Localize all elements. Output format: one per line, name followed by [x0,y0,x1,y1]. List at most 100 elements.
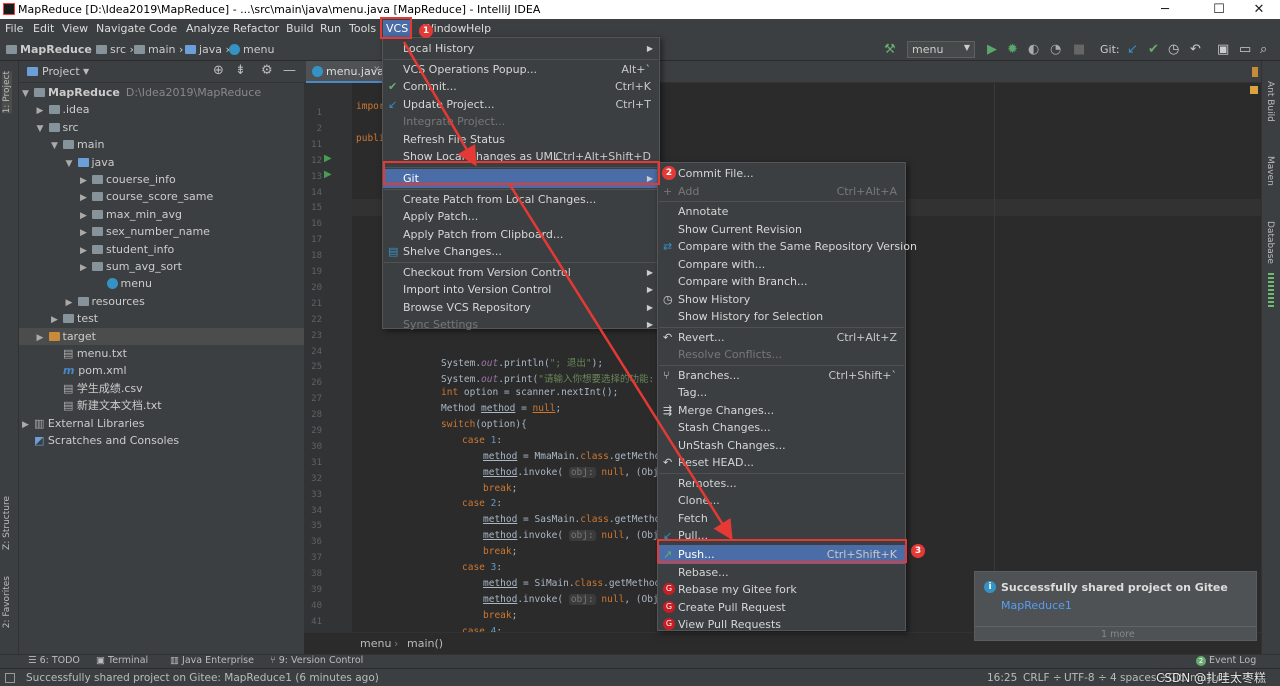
tree-node[interactable]: ▶ .idea [19,101,304,118]
menu-item-compare-with-branch[interactable]: Compare with Branch... [658,273,905,290]
menu-item-unstash-changes[interactable]: UnStash Changes... [658,437,905,454]
tree-node[interactable]: ▤ 学生成绩.csv [19,380,304,397]
editor-crumb-class[interactable]: menu [360,637,391,650]
menu-item-fetch[interactable]: Fetch [658,510,905,527]
run-icon[interactable]: ▶ [987,42,997,57]
menu-item-apply-patch-from-clipboard[interactable]: Apply Patch from Clipboard... [383,226,659,243]
notification-link[interactable]: MapReduce1 [1001,599,1072,612]
tab-todo[interactable]: ☰ 6: TODO [28,655,80,666]
close-window-button[interactable]: ✕ [1236,0,1280,19]
git-update-icon[interactable]: ↙ [1127,42,1138,57]
coverage-icon[interactable]: ◐ [1028,42,1039,57]
build-hammer-icon[interactable]: ⚒ [884,42,896,57]
menu-item-checkout-from-version-control[interactable]: Checkout from Version Control ▶ [383,264,659,281]
menu-item-commit-file[interactable]: Commit File... [658,165,905,182]
menu-item-create-patch-from-local-changes[interactable]: Create Patch from Local Changes... [383,191,659,208]
tree-node[interactable]: menu [19,275,304,292]
rollback-icon[interactable]: ↶ [1190,42,1201,57]
debug-icon[interactable]: ✹ [1007,42,1018,57]
menu-item-create-pull-request[interactable]: G Create Pull Request [658,599,905,616]
breadcrumb-project[interactable]: MapReduce › [6,43,100,56]
tab-favorites[interactable]: 2: Favorites [2,576,12,628]
tree-node[interactable]: ▼ src [19,119,304,136]
tree-node[interactable]: ▶ resources [19,293,304,310]
menu-item-update-project[interactable]: ↙ Update Project... Ctrl+T [383,96,659,113]
code-line[interactable]: break; [483,546,517,557]
tree-node[interactable]: ▶ ▥ External Libraries [19,415,304,432]
tree-node[interactable]: ▼ java [19,154,304,171]
menu-item-revert[interactable]: ↶ Revert... Ctrl+Alt+Z [658,329,905,346]
menu-tools[interactable]: Tools [349,22,376,35]
menu-code[interactable]: Code [149,22,177,35]
code-line[interactable]: switch(option){ [441,419,527,430]
menu-refactor[interactable]: Refactor [233,22,279,35]
code-line[interactable]: method = MmaMain.class.getMethod [483,451,666,462]
project-structure-icon[interactable]: ▣ [1217,42,1229,57]
menu-item-browse-vcs-repository[interactable]: Browse VCS Repository ▶ [383,299,659,316]
menu-view[interactable]: View [62,22,88,35]
menu-help[interactable]: Help [466,22,491,35]
menu-item-compare-with[interactable]: Compare with... [658,256,905,273]
profile-icon[interactable]: ◔ [1050,42,1061,57]
code-line[interactable]: case 3: [462,562,502,573]
tree-node[interactable]: ▼ MapReduce D:\Idea2019\MapReduce [19,84,304,101]
breadcrumb-main[interactable]: main › [134,43,183,56]
tree-node[interactable]: m pom.xml [19,362,304,379]
run-gutter-icon[interactable]: ▶ [324,153,332,164]
menu-item-show-history[interactable]: ◷ Show History [658,291,905,308]
menu-item-vcs-operations-popup[interactable]: VCS Operations Popup... Alt+` [383,61,659,78]
tab-terminal[interactable]: ▣ Terminal [96,655,148,666]
locate-icon[interactable]: ⊕ [213,63,224,78]
tab-maven[interactable]: Maven [1265,156,1275,186]
tab-java-enterprise[interactable]: ▥ Java Enterprise [170,655,254,666]
menu-item-compare-with-the-same-repository-version[interactable]: ⇄ Compare with the Same Repository Versio… [658,238,917,255]
menu-item-show-current-revision[interactable]: Show Current Revision [658,221,905,238]
layout-icon[interactable]: ▭ [1239,42,1251,57]
chevron-down-icon[interactable]: ▼ [83,67,89,76]
tree-node[interactable]: ▶ sum_avg_sort [19,258,304,275]
menu-item-rebase-my-gitee-fork[interactable]: G Rebase my Gitee fork [658,581,905,598]
toggle-tool-windows-icon[interactable] [5,673,15,683]
menu-run[interactable]: Run [320,22,341,35]
tab-database[interactable]: Database [1265,221,1275,264]
search-icon[interactable]: ⌕ [1260,42,1267,57]
minimize-button[interactable]: ─ [1142,0,1188,19]
menu-item-branches[interactable]: ⑂ Branches... Ctrl+Shift+` [658,367,905,384]
menu-item-shelve-changes[interactable]: ▤ Shelve Changes... [383,243,659,260]
menu-file[interactable]: File [5,22,23,35]
tree-node[interactable]: ▼ main [19,136,304,153]
tab-version-control[interactable]: ⑂ 9: Version Control [270,655,363,666]
code-line[interactable]: method.invoke( obj: null, (Object [483,466,676,478]
menu-item-show-history-for-selection[interactable]: Show History for Selection [658,308,905,325]
menu-item-local-history[interactable]: Local History ▶ [383,40,659,57]
tree-node[interactable]: ▶ test [19,310,304,327]
tab-event-log[interactable]: 2 Event Log [1196,655,1256,666]
menu-item-merge-changes[interactable]: ⇶ Merge Changes... [658,402,905,419]
breadcrumb-src[interactable]: src › [96,43,134,56]
menu-edit[interactable]: Edit [33,22,54,35]
run-configuration-select[interactable]: menu ▼ [907,41,975,58]
tree-node[interactable]: ▤ 新建文本文档.txt [19,397,304,414]
menu-item-view-pull-requests[interactable]: G View Pull Requests [658,616,905,633]
notification-more-link[interactable]: 1 more [1101,629,1135,640]
collapse-all-icon[interactable]: ⇟ [235,63,246,78]
tree-node[interactable]: ▶ target [19,327,304,345]
code-line[interactable]: method.invoke( obj: null, (Object [483,593,676,605]
tab-ant-build[interactable]: Ant Build [1265,81,1275,122]
tree-node[interactable]: ◩ Scratches and Consoles [19,432,304,449]
tree-node[interactable]: ▤ menu.txt [19,345,304,362]
code-line[interactable]: break; [483,483,517,494]
tab-project[interactable]: 1: Project [2,71,12,114]
tree-node[interactable]: ▶ couerse_info [19,171,304,188]
run-gutter-icon[interactable]: ▶ [324,169,332,180]
editor-tab-menu-java[interactable]: menu.java ✕ [306,61,384,83]
code-line[interactable]: method = SiMain.class.getMethod( [483,578,666,589]
tree-node[interactable]: ▶ max_min_avg [19,206,304,223]
caret-position[interactable]: 16:25 [987,672,1017,684]
encoding-select[interactable]: UTF-8 ÷ [1064,672,1107,684]
menu-item-tag[interactable]: Tag... [658,384,905,401]
menu-item-reset-head[interactable]: ↶ Reset HEAD... [658,454,905,471]
tree-node[interactable]: ▶ sex_number_name [19,223,304,240]
project-view-select[interactable]: Project [42,65,80,78]
menu-item-stash-changes[interactable]: Stash Changes... [658,419,905,436]
